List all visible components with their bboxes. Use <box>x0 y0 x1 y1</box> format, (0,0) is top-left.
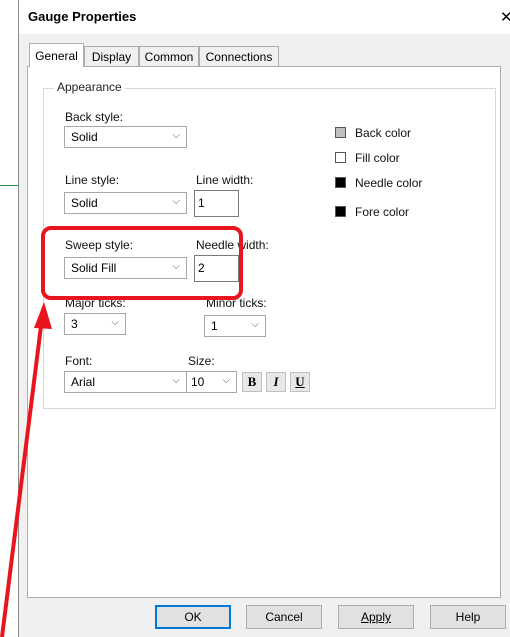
appearance-group-label: Appearance <box>54 80 125 94</box>
fore-color-swatch[interactable] <box>335 206 346 217</box>
minor-ticks-select[interactable]: 1 ⌵ <box>204 315 266 337</box>
chevron-down-icon: ⌵ <box>172 375 180 386</box>
chevron-down-icon: ⌵ <box>222 375 230 386</box>
back-style-value: Solid <box>71 130 98 144</box>
major-ticks-select[interactable]: 3 ⌵ <box>64 313 126 335</box>
line-width-label: Line width: <box>196 173 254 187</box>
close-icon[interactable]: ✕ <box>500 8 510 26</box>
tab-connections[interactable]: Connections <box>199 46 279 66</box>
ok-button[interactable]: OK <box>155 605 231 629</box>
line-style-value: Solid <box>71 196 98 210</box>
font-label: Font: <box>65 354 93 368</box>
major-ticks-value: 3 <box>71 317 78 331</box>
tab-display[interactable]: Display <box>84 46 139 66</box>
chevron-down-icon: ⌵ <box>251 319 259 330</box>
size-select[interactable]: 10 ⌵ <box>186 371 237 393</box>
font-select[interactable]: Arial ⌵ <box>64 371 187 393</box>
size-value: 10 <box>191 375 205 389</box>
apply-button[interactable]: Apply <box>338 605 414 629</box>
background-green-line <box>0 185 19 186</box>
size-label: Size: <box>188 354 215 368</box>
needle-color-swatch[interactable] <box>335 177 346 188</box>
dialog-title: Gauge Properties <box>28 9 137 24</box>
line-style-select[interactable]: Solid ⌵ <box>64 192 187 214</box>
annotation-arrow-icon <box>0 302 52 637</box>
chevron-down-icon: ⌵ <box>111 317 119 328</box>
back-style-select[interactable]: Solid ⌵ <box>64 126 187 148</box>
chevron-down-icon: ⌵ <box>172 130 180 141</box>
line-style-label: Line style: <box>65 173 120 187</box>
tab-common[interactable]: Common <box>139 46 199 66</box>
minor-ticks-value: 1 <box>211 319 218 333</box>
back-color-label: Back color <box>355 126 412 140</box>
highlight-box <box>41 226 243 300</box>
fore-color-label: Fore color <box>355 205 410 219</box>
font-value: Arial <box>71 375 96 389</box>
bold-button[interactable]: B <box>242 372 262 392</box>
back-color-swatch[interactable] <box>335 127 346 138</box>
cancel-button[interactable]: Cancel <box>246 605 322 629</box>
back-style-label: Back style: <box>65 110 124 124</box>
needle-color-label: Needle color <box>355 176 423 190</box>
tab-general[interactable]: General <box>29 43 84 67</box>
underline-button[interactable]: U <box>290 372 310 392</box>
chevron-down-icon: ⌵ <box>172 196 180 207</box>
line-width-value: 1 <box>198 196 205 210</box>
help-button[interactable]: Help <box>430 605 506 629</box>
fill-color-swatch[interactable] <box>335 152 346 163</box>
fill-color-label: Fill color <box>355 151 400 165</box>
italic-button[interactable]: I <box>266 372 286 392</box>
line-width-input[interactable]: 1 <box>194 190 239 217</box>
